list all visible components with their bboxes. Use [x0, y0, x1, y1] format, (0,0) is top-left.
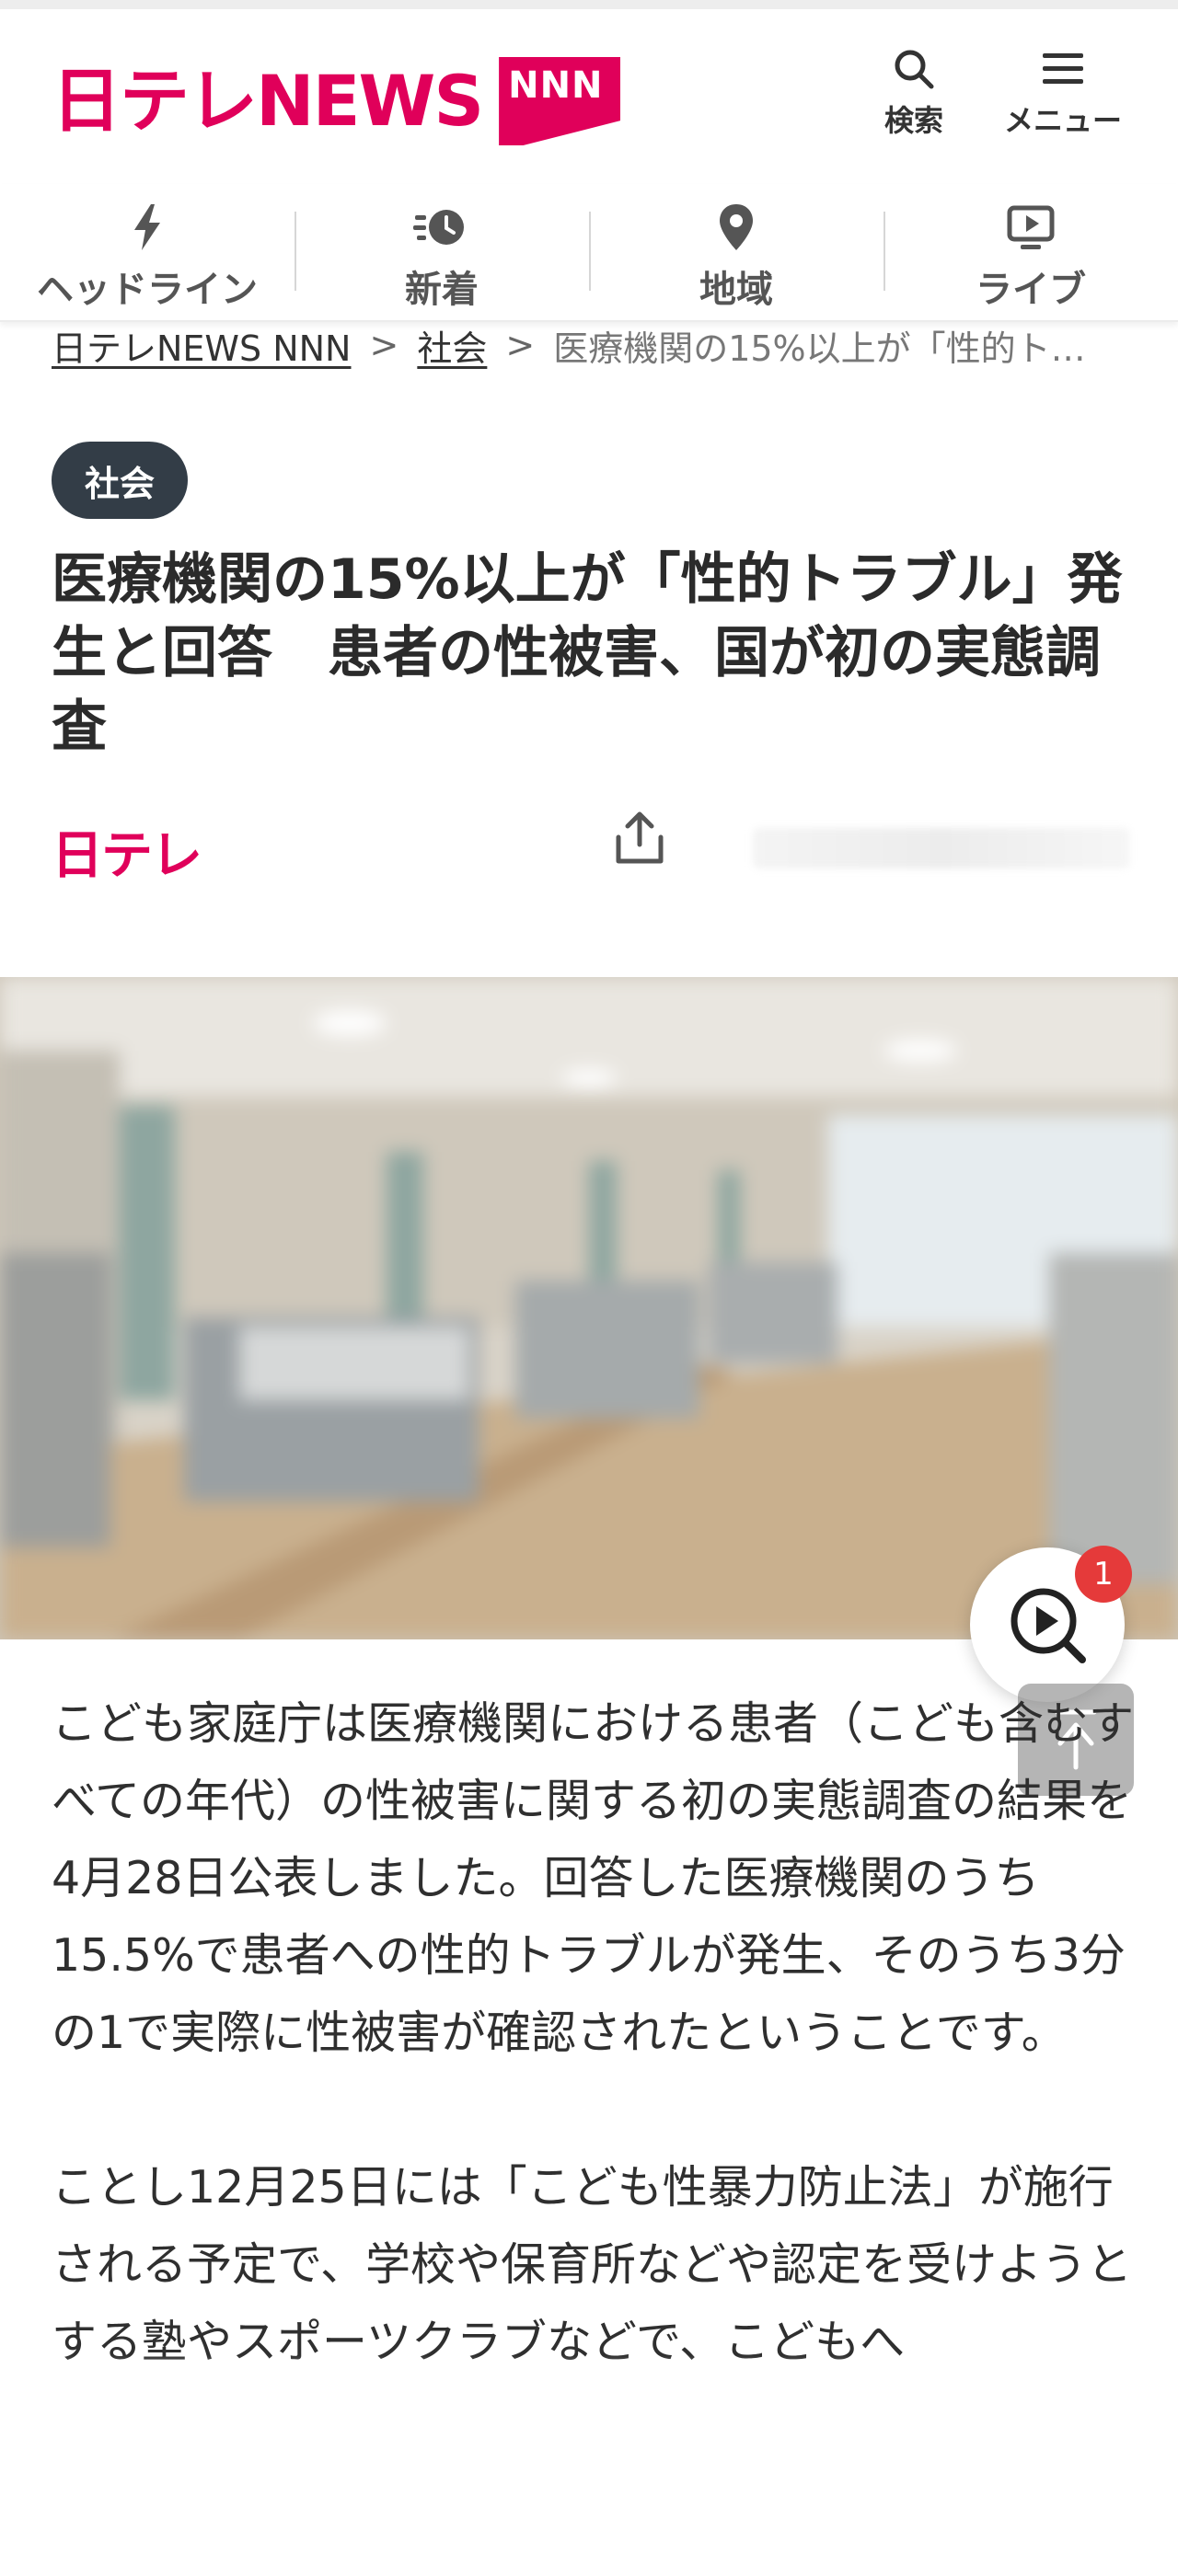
notification-badge: 1 [1075, 1546, 1132, 1603]
bottom-blank-area [0, 2392, 1178, 2576]
tab-region[interactable]: 地域 [589, 184, 884, 320]
article-hero-image [0, 977, 1178, 1639]
menu-button[interactable]: メニュー [994, 46, 1132, 140]
video-search-icon [1011, 1588, 1086, 1663]
search-button[interactable]: 検索 [872, 46, 955, 140]
article-paragraph: こども家庭庁は医療機関における患者（こども含むすべての年代）の性被害に関する初の… [52, 1697, 1135, 2059]
breadcrumb-separator: > [369, 325, 399, 365]
logo-badge: NNN [499, 57, 621, 145]
breadcrumb-category-link[interactable]: 社会 [417, 320, 487, 371]
breadcrumb-separator: > [505, 325, 536, 365]
site-header: 日テレNEWS NNN 検索 メニュー [0, 9, 1178, 184]
tab-label: 新着 [405, 269, 479, 311]
site-logo[interactable]: 日テレNEWS NNN [52, 53, 621, 149]
tab-headline[interactable]: ヘッドライン [0, 184, 294, 320]
top-edge [0, 0, 1178, 9]
breadcrumb-home-link[interactable]: 日テレNEWS NNN [52, 320, 352, 371]
menu-label: メニュー [1003, 103, 1122, 138]
article-paragraph: ことし12月25日には「こども性暴力防止法」が施行される予定で、学校や保育所など… [52, 2161, 1133, 2368]
logo-badge-text: NNN [508, 64, 604, 107]
breadcrumb: 日テレNEWS NNN > 社会 > 医療機関の15%以上が「性的ト… [52, 317, 1134, 373]
source-logo: 日テレ [52, 826, 202, 886]
breadcrumb-current: 医療機関の15%以上が「性的ト… [553, 328, 1086, 369]
search-label: 検索 [884, 103, 943, 138]
share-icon[interactable] [609, 808, 670, 868]
article-title: 医療機関の15%以上が「性的トラブル」発生と回答 患者の性被害、国が初の実態調査 [52, 547, 1123, 759]
search-icon [895, 50, 934, 89]
category-badge[interactable]: 社会 [52, 442, 189, 519]
logo-text: 日テレNEWS [52, 60, 484, 142]
tab-label: ライブ [976, 269, 1086, 311]
lightning-icon [134, 204, 160, 250]
article-body: こども家庭庁は医療機関における患者（こども含むすべての年代）の性被害に関する初の… [52, 1685, 1138, 2458]
tab-latest[interactable]: 新着 [294, 184, 589, 320]
hospital-ward-image [0, 977, 1178, 1639]
nav-tabs: ヘッドライン 新着 地域 ライブ [0, 184, 1178, 322]
hamburger-icon [1043, 53, 1083, 84]
tab-label: 地域 [699, 269, 773, 311]
clock-fast-icon [413, 210, 464, 245]
publish-date-blurred [753, 828, 1130, 868]
content-fade [0, 2355, 1178, 2396]
tab-label: ヘッドライン [37, 269, 258, 311]
tab-live[interactable]: ライブ [884, 184, 1178, 320]
play-screen-icon [1007, 205, 1055, 249]
map-pin-icon [720, 204, 753, 250]
